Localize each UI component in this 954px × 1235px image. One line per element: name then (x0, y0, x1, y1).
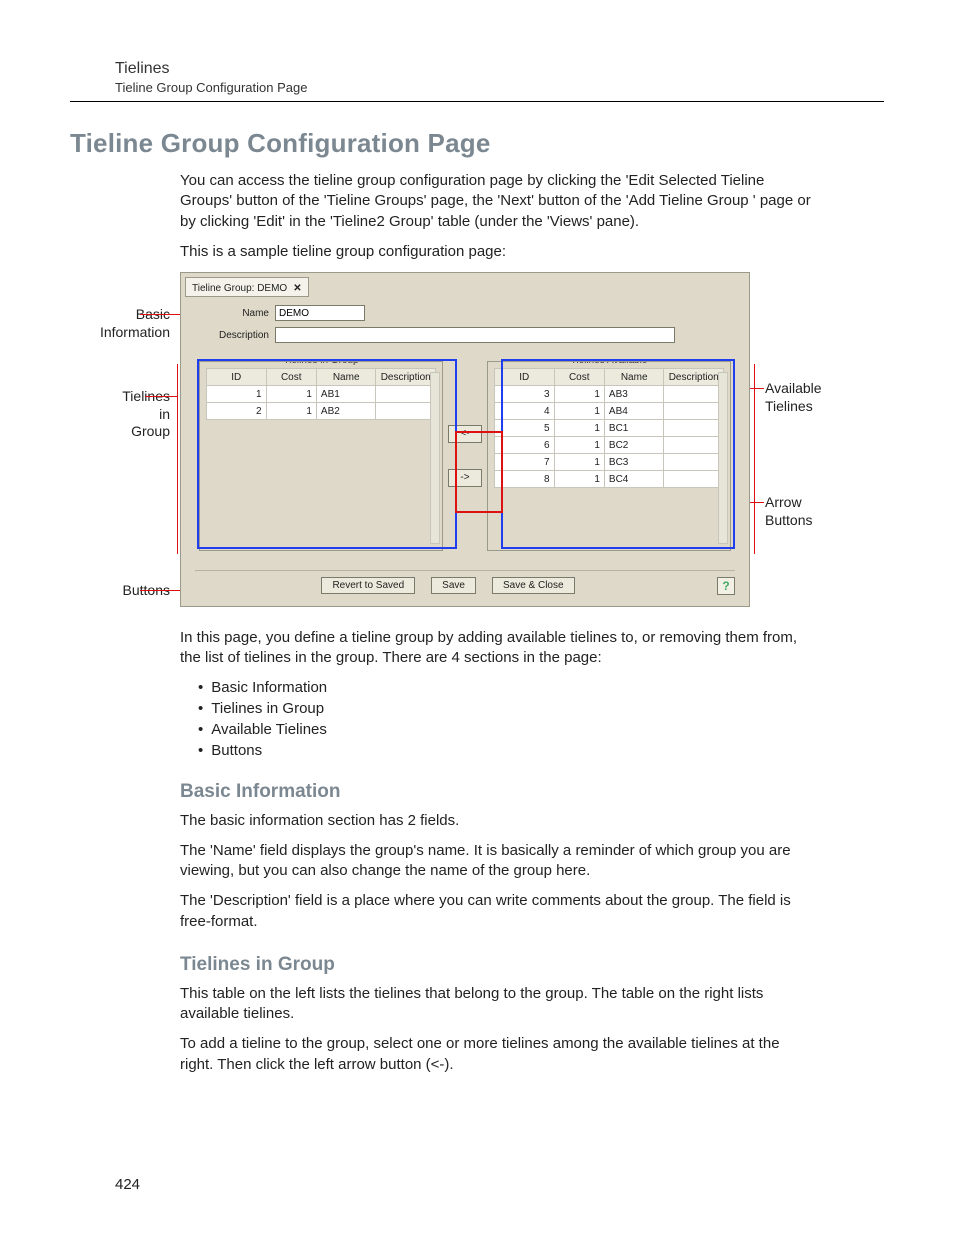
list-item: Tielines in Group (198, 700, 884, 717)
section-bullet-list: Basic Information Tielines in Group Availa… (198, 679, 884, 759)
save-button[interactable]: Save (431, 577, 476, 594)
callout-available-tielines: AvailableTielines (765, 380, 822, 415)
table-row (207, 471, 436, 488)
callout-line (750, 388, 764, 389)
table-row[interactable]: 31AB3 (495, 386, 724, 403)
tielines-in-group-table[interactable]: ID Cost Name Description 11AB121AB2 (206, 368, 436, 522)
button-row: Revert to Saved Save Save & Close ? (195, 570, 735, 594)
table-row (495, 488, 724, 505)
tielines-in-group-fieldset: Tielines in Group ID Cost Name Descripti… (199, 361, 443, 551)
col-id[interactable]: ID (207, 369, 267, 386)
table-row[interactable]: 11AB1 (207, 386, 436, 403)
figure-wrap: BasicInformation TielinesinGroup Buttons… (70, 272, 884, 612)
move-right-button[interactable]: -> (448, 469, 482, 487)
tielines-available-table[interactable]: ID Cost Name Description 31AB341AB451BC1… (494, 368, 724, 522)
callout-arrow-buttons: ArrowButtons (765, 494, 812, 529)
list-item: Basic Information (198, 679, 884, 696)
col-id[interactable]: ID (495, 369, 555, 386)
panel-tab-label: Tieline Group: DEMO (192, 283, 287, 294)
section-heading-tielines-in-group: Tielines in Group (180, 954, 884, 976)
col-name[interactable]: Name (604, 369, 664, 386)
list-item: Buttons (198, 742, 884, 759)
tig-p2: To add a tieline to the group, select on… (180, 1034, 815, 1075)
after-figure-paragraph: In this page, you define a tieline group… (180, 628, 815, 669)
close-icon[interactable]: ✕ (293, 283, 301, 294)
description-label: Description (207, 330, 269, 341)
col-cost[interactable]: Cost (266, 369, 316, 386)
callout-line (754, 364, 755, 554)
col-desc[interactable]: Description (376, 369, 436, 386)
tielines-in-group-legend: Tielines in Group (277, 361, 364, 366)
tielines-available-legend: Tielines Available (565, 361, 654, 366)
table-row[interactable]: 21AB2 (207, 403, 436, 420)
move-left-button[interactable]: <- (448, 425, 482, 443)
callout-line (145, 396, 177, 397)
basic-info-p1: The basic information section has 2 fiel… (180, 811, 815, 831)
col-cost[interactable]: Cost (554, 369, 604, 386)
header-rule (70, 101, 884, 102)
scrollbar[interactable] (430, 372, 440, 544)
table-row (207, 420, 436, 437)
table-row (207, 505, 436, 522)
basic-info-p3: The 'Description' field is a place where… (180, 891, 815, 932)
name-field[interactable] (275, 305, 365, 321)
tig-p1: This table on the left lists the tieline… (180, 984, 815, 1025)
name-label: Name (207, 308, 269, 319)
table-row[interactable]: 81BC4 (495, 471, 724, 488)
scrollbar[interactable] (718, 372, 728, 544)
table-row (495, 505, 724, 522)
intro-paragraph-1: You can access the tieline group configu… (180, 171, 815, 232)
table-row (207, 437, 436, 454)
table-row[interactable]: 51BC1 (495, 420, 724, 437)
table-row[interactable]: 61BC2 (495, 437, 724, 454)
table-row (207, 454, 436, 471)
callout-line (177, 364, 178, 554)
basic-info-p2: The 'Name' field displays the group's na… (180, 841, 815, 882)
col-name[interactable]: Name (316, 369, 376, 386)
table-row[interactable]: 41AB4 (495, 403, 724, 420)
save-close-button[interactable]: Save & Close (492, 577, 575, 594)
config-panel: Tieline Group: DEMO ✕ Name Description T… (180, 272, 750, 607)
tielines-available-fieldset: Tielines Available ID Cost Name Descript… (487, 361, 731, 551)
table-row (207, 488, 436, 505)
page-title: Tieline Group Configuration Page (70, 128, 884, 159)
intro-paragraph-2: This is a sample tieline group configura… (180, 242, 815, 262)
page-number: 424 (115, 1176, 140, 1193)
running-head-subtitle: Tieline Group Configuration Page (115, 80, 884, 95)
description-field[interactable] (275, 327, 675, 343)
table-row[interactable]: 71BC3 (495, 454, 724, 471)
col-desc[interactable]: Description (664, 369, 724, 386)
panel-tab[interactable]: Tieline Group: DEMO ✕ (185, 277, 309, 297)
section-heading-basic-information: Basic Information (180, 781, 884, 803)
running-head-title: Tielines (115, 60, 884, 78)
callout-basic-information: BasicInformation (70, 306, 170, 341)
help-icon[interactable]: ? (717, 577, 735, 595)
revert-button[interactable]: Revert to Saved (321, 577, 415, 594)
arrow-column: <- -> (443, 361, 487, 551)
list-item: Available Tielines (198, 721, 884, 738)
